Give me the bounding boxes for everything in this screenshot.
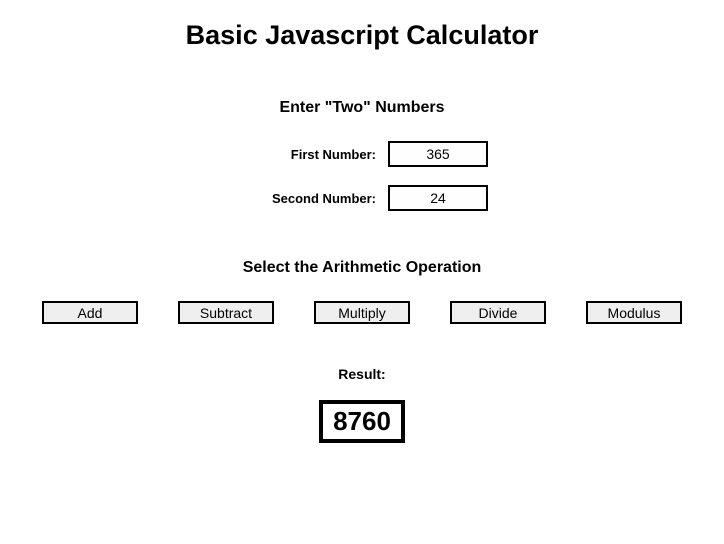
second-number-label: Second Number: bbox=[236, 191, 376, 206]
modulus-button[interactable]: Modulus bbox=[586, 301, 682, 324]
second-number-input[interactable] bbox=[388, 185, 488, 211]
add-button[interactable]: Add bbox=[42, 301, 138, 324]
operation-heading: Select the Arithmetic Operation bbox=[0, 259, 724, 277]
inputs-heading: Enter "Two" Numbers bbox=[0, 99, 724, 117]
operation-buttons: Add Subtract Multiply Divide Modulus bbox=[0, 301, 724, 324]
result-label: Result: bbox=[0, 366, 724, 382]
second-number-row: Second Number: bbox=[0, 185, 724, 211]
first-number-label: First Number: bbox=[236, 147, 376, 162]
first-number-input[interactable] bbox=[388, 141, 488, 167]
subtract-button[interactable]: Subtract bbox=[178, 301, 274, 324]
first-number-row: First Number: bbox=[0, 141, 724, 167]
divide-button[interactable]: Divide bbox=[450, 301, 546, 324]
result-output: 8760 bbox=[319, 400, 405, 443]
multiply-button[interactable]: Multiply bbox=[314, 301, 410, 324]
page-title: Basic Javascript Calculator bbox=[0, 20, 724, 51]
